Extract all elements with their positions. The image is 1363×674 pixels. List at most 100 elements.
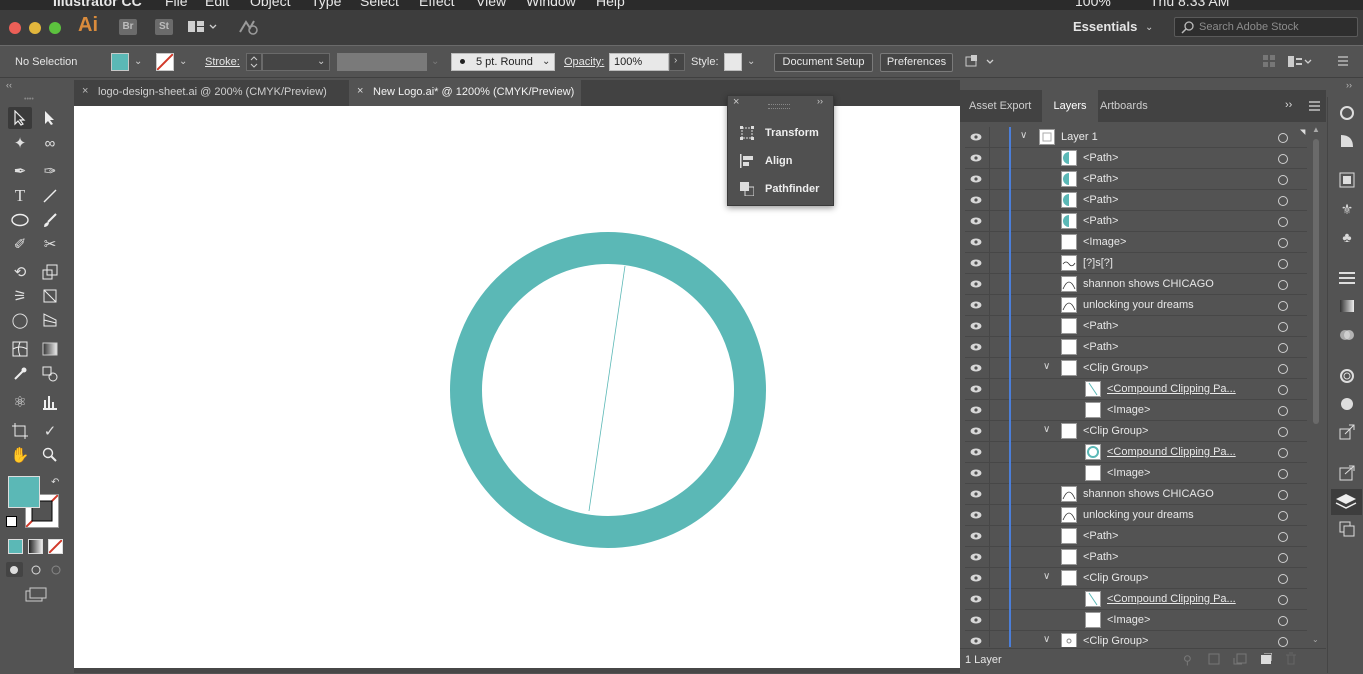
lock-toggle[interactable]	[989, 547, 990, 568]
collapse-dock-icon[interactable]: ››	[1346, 80, 1352, 90]
graphic-styles-icon[interactable]	[1338, 396, 1356, 414]
layer-row[interactable]: ∨ <Clip Group>	[965, 568, 1307, 589]
screen-mode-icon[interactable]	[24, 586, 48, 604]
asset-export-icon[interactable]	[1338, 521, 1356, 539]
preferences-button[interactable]: Preferences	[880, 53, 953, 72]
visibility-eye-icon[interactable]	[970, 468, 982, 477]
tab-artboards[interactable]: Artboards	[1100, 90, 1148, 122]
expand-toggle-icon[interactable]: ∨	[1043, 361, 1050, 372]
layer-name[interactable]: <Path>	[1083, 320, 1118, 332]
layer-name[interactable]: <Clip Group>	[1083, 362, 1148, 374]
type-tool-icon[interactable]: T	[8, 185, 32, 207]
export-icon[interactable]	[1338, 424, 1356, 442]
visibility-eye-icon[interactable]	[970, 300, 982, 309]
visibility-eye-icon[interactable]	[970, 216, 982, 225]
layer-name[interactable]: <Path>	[1083, 173, 1118, 185]
color-mode-icon[interactable]	[8, 539, 23, 554]
hand-tool-icon[interactable]: ✋	[8, 444, 32, 466]
layer-row[interactable]: <Compound Clipping Pa...	[965, 379, 1307, 400]
lock-toggle[interactable]	[989, 337, 990, 358]
lock-toggle[interactable]	[989, 379, 990, 400]
expand-toggle-icon[interactable]: ∨	[1020, 130, 1027, 141]
visibility-eye-icon[interactable]	[970, 258, 982, 267]
lock-toggle[interactable]	[989, 463, 990, 484]
panel-expand-icon[interactable]: ››	[1285, 99, 1292, 111]
layer-name[interactable]: <Clip Group>	[1083, 635, 1148, 647]
teal-ring-shape[interactable]	[450, 232, 766, 548]
transform-options-icon[interactable]	[1287, 54, 1313, 73]
layer-name[interactable]: <Compound Clipping Pa...	[1107, 446, 1236, 458]
layer-name[interactable]: <Compound Clipping Pa...	[1107, 593, 1236, 605]
layer-row[interactable]: unlocking your dreams	[965, 295, 1307, 316]
opacity-field[interactable]: 100%	[609, 53, 669, 71]
stroke-label[interactable]: Stroke:	[205, 56, 240, 68]
menu-effect[interactable]: Effect	[419, 0, 455, 9]
layer-row[interactable]: <Path>	[965, 316, 1307, 337]
layer-row[interactable]: <Image>	[965, 400, 1307, 421]
layer-row[interactable]: ∨ <Clip Group>	[965, 421, 1307, 442]
layer-name[interactable]: shannon shows CHICAGO	[1083, 278, 1214, 290]
transform-panel-button[interactable]: Transform	[728, 122, 833, 146]
target-circle-icon[interactable]	[1278, 553, 1288, 563]
scroll-up-icon[interactable]: ▲	[1312, 125, 1320, 134]
target-circle-icon[interactable]	[1278, 427, 1288, 437]
color-guide-icon[interactable]	[1338, 172, 1356, 190]
shaper-tool-icon[interactable]: ✐	[8, 233, 32, 255]
layer-name[interactable]: <Image>	[1083, 236, 1126, 248]
layer-name[interactable]: <Path>	[1083, 152, 1118, 164]
layer-name[interactable]: [?]s[?]	[1083, 257, 1113, 269]
tab-new-logo[interactable]: × New Logo.ai* @ 1200% (CMYK/Preview)	[349, 80, 581, 106]
artboards-panel-icon[interactable]	[1338, 465, 1356, 483]
layers-scrollbar[interactable]: ▲ ⌄	[1310, 125, 1320, 647]
default-colors-icon[interactable]	[6, 516, 17, 527]
layer-row[interactable]: <Path>	[965, 526, 1307, 547]
adobe-stock-search[interactable]: Search Adobe Stock	[1174, 17, 1358, 37]
arrange-icon[interactable]	[965, 54, 997, 73]
guide-line[interactable]	[588, 265, 626, 512]
draw-behind-icon[interactable]	[28, 562, 45, 577]
lock-toggle[interactable]	[989, 526, 990, 547]
visibility-eye-icon[interactable]	[970, 636, 982, 645]
layer-name[interactable]: <Path>	[1083, 551, 1118, 563]
stroke-dropdown-icon[interactable]: ⌄	[179, 56, 187, 67]
layer-row[interactable]: <Image>	[965, 463, 1307, 484]
opacity-expand-button[interactable]: ›	[669, 53, 685, 71]
scroll-down-icon[interactable]: ⌄	[1312, 635, 1319, 644]
layer-name[interactable]: <Compound Clipping Pa...	[1107, 383, 1236, 395]
gradient-tool-icon[interactable]	[38, 338, 62, 360]
zoom-tool-icon[interactable]	[38, 444, 62, 466]
align-panel-button[interactable]: Align	[728, 150, 833, 174]
layer-row[interactable]: ∨ <Clip Group>	[965, 631, 1307, 647]
delete-layer-icon[interactable]	[1285, 652, 1297, 668]
layer-name[interactable]: Layer 1	[1061, 131, 1098, 143]
minimize-window-button[interactable]	[29, 22, 41, 34]
layer-row[interactable]: shannon shows CHICAGO	[965, 484, 1307, 505]
target-circle-icon[interactable]	[1278, 154, 1288, 164]
column-graph-tool-icon[interactable]	[38, 391, 62, 413]
panel-grip[interactable]	[768, 104, 790, 109]
align-objects-icon[interactable]	[1262, 54, 1276, 71]
target-circle-icon[interactable]	[1278, 364, 1288, 374]
direct-selection-tool-icon[interactable]	[38, 107, 62, 129]
symbols-icon[interactable]: ♣	[1338, 228, 1356, 246]
visibility-eye-icon[interactable]	[970, 489, 982, 498]
layer-row[interactable]: unlocking your dreams	[965, 505, 1307, 526]
target-circle-icon[interactable]	[1278, 616, 1288, 626]
target-circle-icon[interactable]	[1278, 322, 1288, 332]
lock-toggle[interactable]	[989, 631, 990, 647]
lasso-tool-icon[interactable]: ∞	[38, 132, 62, 154]
target-circle-icon[interactable]	[1278, 511, 1288, 521]
layer-name[interactable]: <Path>	[1083, 215, 1118, 227]
lock-toggle[interactable]	[989, 169, 990, 190]
lock-toggle[interactable]	[989, 253, 990, 274]
eyedropper-tool-icon[interactable]	[8, 363, 32, 385]
target-circle-icon[interactable]	[1278, 301, 1288, 311]
battery-status[interactable]: 100%	[1075, 0, 1111, 9]
layer-row[interactable]: <Path>	[965, 169, 1307, 190]
lock-toggle[interactable]	[989, 358, 990, 379]
menu-view[interactable]: View	[476, 0, 506, 9]
collapse-toolbar-icon[interactable]: ‹‹	[6, 80, 12, 90]
close-tab-icon[interactable]: ×	[357, 85, 363, 97]
create-new-layer-icon[interactable]	[1260, 652, 1273, 668]
lock-toggle[interactable]	[989, 400, 990, 421]
